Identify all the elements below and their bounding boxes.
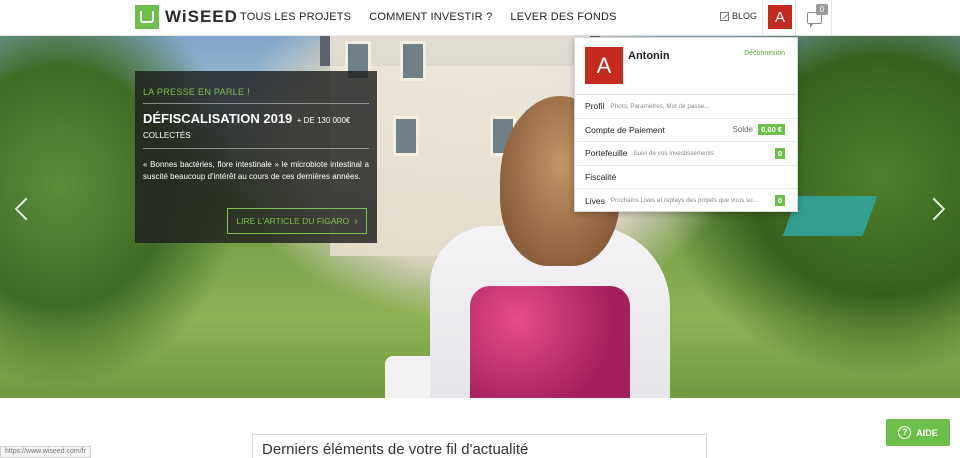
question-icon: ? — [898, 426, 912, 439]
help-label: AIDE — [916, 427, 938, 438]
menu-item-label: Lives — [585, 195, 605, 206]
press-card: LA PRESSE EN PARLE ! DÉFISCALISATION 201… — [135, 71, 377, 243]
read-article-label: LIRE L'ARTICLE DU FIGARO — [236, 216, 350, 226]
avatar: A — [768, 5, 792, 29]
press-title-line2: COLLECTÉS — [143, 131, 191, 140]
menu-item-profil[interactable]: Profil Photo, Paramètres, Mot de passe..… — [575, 95, 797, 119]
menu-item-label: Compte de Paiement — [585, 124, 665, 135]
menu-item-description: Suivi de vos investissements — [633, 149, 715, 157]
logout-link[interactable]: Déconnexion — [744, 50, 785, 57]
news-feed-title: Derniers éléments de votre fil d'actuali… — [262, 441, 529, 458]
user-name: Antonin — [628, 50, 670, 62]
dropdown-header: A Antonin Déconnexion — [575, 38, 797, 95]
carousel-next-icon[interactable] — [922, 197, 946, 221]
user-menu-button[interactable]: A — [762, 0, 796, 36]
menu-item-fiscalite[interactable]: Fiscalité — [575, 166, 797, 189]
menu-item-description: Prochains Lives et replays des projets q… — [610, 197, 758, 205]
press-label: LA PRESSE EN PARLE ! — [143, 71, 369, 104]
count-badge: 0 — [774, 195, 785, 207]
carousel-prev-icon[interactable] — [14, 197, 38, 221]
read-article-button[interactable]: LIRE L'ARTICLE DU FIGARO › — [227, 208, 367, 234]
edit-icon — [720, 11, 729, 21]
nav-comment-investir[interactable]: COMMENT INVESTIR ? — [369, 11, 492, 23]
messages-button[interactable]: 0 — [800, 0, 832, 36]
browser-status-url: https://www.wiseed.com/fr — [0, 446, 91, 458]
hero-person-dress — [470, 286, 630, 398]
press-title-main: DÉFISCALISATION 2019 — [143, 111, 293, 126]
wiseed-logo-icon — [135, 5, 159, 29]
wiseed-logo[interactable]: WiSEED — [135, 5, 238, 29]
menu-item-lives[interactable]: Lives Prochains Lives et replays des pro… — [575, 189, 797, 213]
menu-item-compte-paiement[interactable]: Compte de Paiement Solde 0,00 € — [575, 119, 797, 142]
main-nav: TOUS LES PROJETS COMMENT INVESTIR ? LEVE… — [240, 11, 635, 23]
press-title-amount: + DE 130 000€ — [296, 116, 351, 125]
press-text: « Bonnes bactéries, flore intestinale » … — [143, 160, 369, 181]
menu-item-portefeuille[interactable]: Portefeuille Suivi de vos investissement… — [575, 142, 797, 166]
solde-label: Solde — [732, 125, 753, 135]
blog-label: BLOG — [732, 11, 758, 21]
top-navigation-bar: WiSEED TOUS LES PROJETS COMMENT INVESTIR… — [0, 0, 960, 36]
chevron-right-icon: › — [354, 215, 358, 227]
user-dropdown-menu: A Antonin Déconnexion Profil Photo, Para… — [574, 37, 798, 212]
brand-name: WiSEED — [165, 7, 238, 26]
messages-count-badge: 0 — [816, 4, 828, 15]
count-badge: 0 — [774, 147, 785, 159]
nav-lever-des-fonds[interactable]: LEVER DES FONDS — [510, 11, 616, 23]
blog-link[interactable]: BLOG — [720, 11, 757, 21]
balance-badge: 0,00 € — [758, 124, 785, 136]
menu-item-label: Profil — [585, 101, 605, 112]
nav-tous-les-projets[interactable]: TOUS LES PROJETS — [240, 11, 351, 23]
hero-window — [400, 41, 426, 81]
menu-item-label: Fiscalité — [585, 171, 617, 182]
menu-item-description: Photo, Paramètres, Mot de passe... — [610, 102, 710, 110]
menu-item-label: Portefeuille — [585, 148, 628, 159]
press-title: DÉFISCALISATION 2019 + DE 130 000€ COLLE… — [143, 104, 369, 149]
dropdown-avatar: A — [585, 47, 623, 84]
help-button[interactable]: ? AIDE — [886, 419, 950, 446]
news-feed-panel: Derniers éléments de votre fil d'actuali… — [252, 434, 707, 458]
hero-window — [393, 116, 419, 156]
